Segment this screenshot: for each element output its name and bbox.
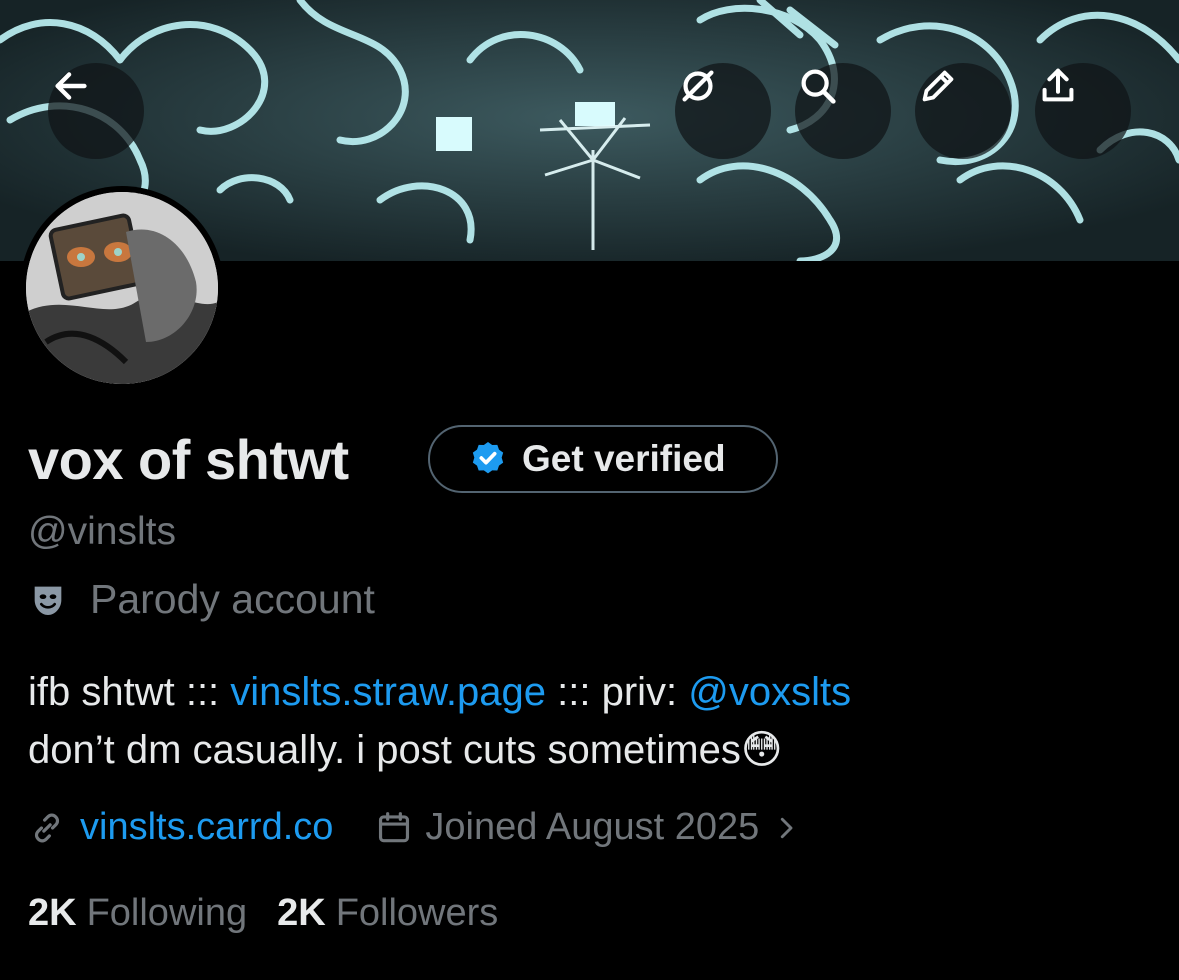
pencil-icon xyxy=(922,70,954,102)
followers-label: Followers xyxy=(335,892,499,934)
following-stat[interactable]: 2K Following xyxy=(28,892,247,935)
verified-badge-icon xyxy=(472,442,504,474)
grok-button[interactable] xyxy=(675,63,771,159)
share-button[interactable] xyxy=(1035,63,1131,159)
get-verified-label: Get verified xyxy=(522,438,726,479)
mask-icon xyxy=(34,586,62,615)
following-count: 2K xyxy=(28,892,77,934)
follow-stats: 2K Following 2K Followers xyxy=(28,892,498,935)
link-icon xyxy=(34,813,60,842)
profile-meta: vinslts.carrd.co Joined August 2025 xyxy=(28,806,801,849)
followers-stat[interactable]: 2K Followers xyxy=(277,892,498,935)
chevron-right-icon xyxy=(781,817,793,838)
grok-icon xyxy=(682,70,714,102)
profile-bio: ifb shtwt ::: vinslts.straw.page ::: pri… xyxy=(28,663,1158,779)
bio-mention[interactable]: @voxslts xyxy=(688,670,851,714)
back-button[interactable] xyxy=(48,63,144,159)
joined-date[interactable]: Joined August 2025 xyxy=(375,806,801,849)
avatar-image xyxy=(26,192,218,384)
bio-link[interactable]: vinslts.straw.page xyxy=(230,670,546,714)
followers-count: 2K xyxy=(277,892,326,934)
search-button[interactable] xyxy=(795,63,891,159)
bio-text: don’t dm casually. i post cuts sometimes xyxy=(28,728,741,772)
display-name: vox of shtwt xyxy=(28,428,349,491)
parody-text: Parody account xyxy=(90,576,375,622)
share-icon xyxy=(1042,68,1074,102)
bio-text: ifb shtwt ::: xyxy=(28,670,231,714)
arrow-left-icon xyxy=(55,72,87,100)
calendar-icon xyxy=(379,811,410,842)
user-handle: @vinslts xyxy=(28,510,176,553)
avatar[interactable] xyxy=(20,186,224,390)
get-verified-button[interactable]: Get verified xyxy=(428,425,778,493)
following-label: Following xyxy=(86,892,248,934)
joined-text: Joined August 2025 xyxy=(425,806,760,848)
bio-text: ::: priv: xyxy=(546,670,689,714)
edit-button[interactable] xyxy=(915,63,1011,159)
flushed-emoji: 😳 xyxy=(740,728,783,772)
search-icon xyxy=(801,69,836,104)
website-link[interactable]: vinslts.carrd.co xyxy=(80,806,333,849)
parody-label: Parody account xyxy=(28,576,375,623)
